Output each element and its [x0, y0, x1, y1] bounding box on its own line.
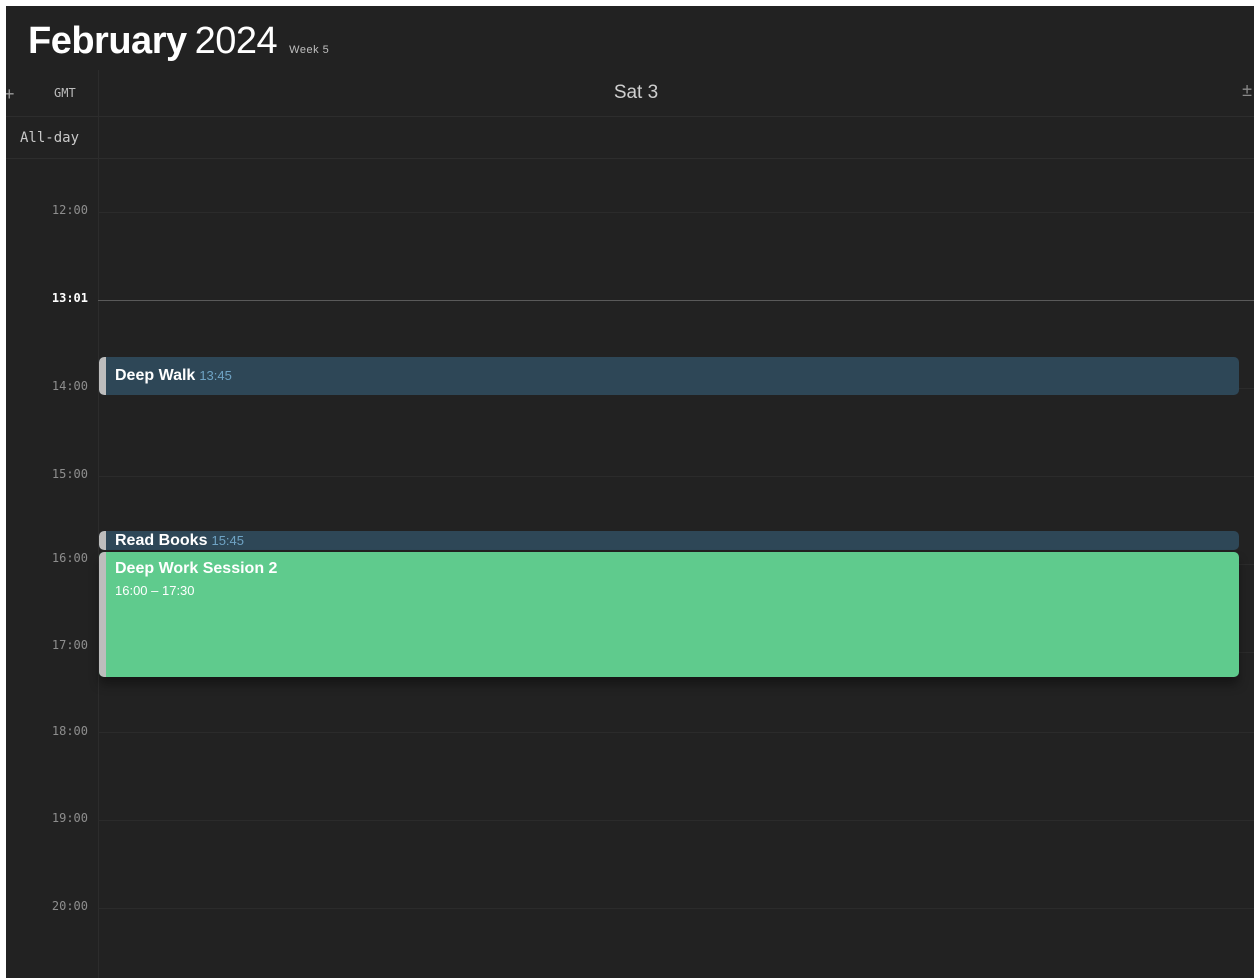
event-title-text: Deep Walk — [115, 367, 196, 384]
event-color-bar — [99, 552, 106, 677]
time-grid[interactable]: 12:00 13:01 14:00 15:00 16:00 17:00 18:0… — [6, 158, 1254, 978]
hour-line — [98, 820, 1254, 821]
event-read-books[interactable]: Read Books 15:45 — [99, 531, 1239, 550]
event-deep-walk[interactable]: Deep Walk 13:45 — [99, 357, 1239, 395]
all-day-row[interactable]: All-day — [6, 116, 1254, 159]
hour-line — [98, 732, 1254, 733]
event-deep-work-session-2[interactable]: Deep Work Session 2 16:00 – 17:30 — [99, 552, 1239, 677]
plus-minus-icon[interactable]: ± — [1242, 80, 1252, 101]
year-label: 2024 — [194, 20, 278, 62]
day-header-row: + GMT Sat 3 ± — [6, 70, 1254, 117]
hour-label: 16:00 — [51, 551, 88, 565]
event-title-text: Read Books — [115, 532, 208, 549]
hour-label: 14:00 — [51, 379, 88, 393]
hour-line — [98, 476, 1254, 477]
page-title: February 2024 Week 5 — [28, 20, 329, 63]
calendar-header: February 2024 Week 5 — [6, 6, 1254, 70]
all-day-label: All-day — [20, 130, 80, 146]
event-title: Read Books 15:45 — [115, 532, 244, 550]
event-title: Deep Walk 13:45 — [115, 367, 232, 385]
week-label: Week 5 — [289, 44, 330, 56]
hour-label: 18:00 — [51, 724, 88, 738]
current-time-label: 13:01 — [51, 291, 88, 305]
day-column-header[interactable]: Sat 3 — [6, 82, 1254, 104]
event-time: 15:45 — [211, 533, 245, 548]
event-time: 16:00 – 17:30 — [115, 583, 195, 598]
hour-label: 20:00 — [51, 899, 88, 913]
hour-label: 17:00 — [51, 638, 88, 652]
calendar-app: February 2024 Week 5 + GMT Sat 3 ± All-day… — [6, 6, 1254, 978]
hour-label: 12:00 — [51, 203, 88, 217]
current-time-line — [98, 300, 1254, 301]
month-label: February — [28, 20, 187, 62]
event-color-bar — [99, 531, 106, 550]
hour-line — [98, 908, 1254, 909]
hour-line — [98, 212, 1254, 213]
event-title: Deep Work Session 2 — [115, 560, 278, 577]
hour-label: 19:00 — [51, 811, 88, 825]
event-time: 13:45 — [199, 368, 232, 383]
hour-label: 15:00 — [51, 467, 88, 481]
event-color-bar — [99, 357, 106, 395]
